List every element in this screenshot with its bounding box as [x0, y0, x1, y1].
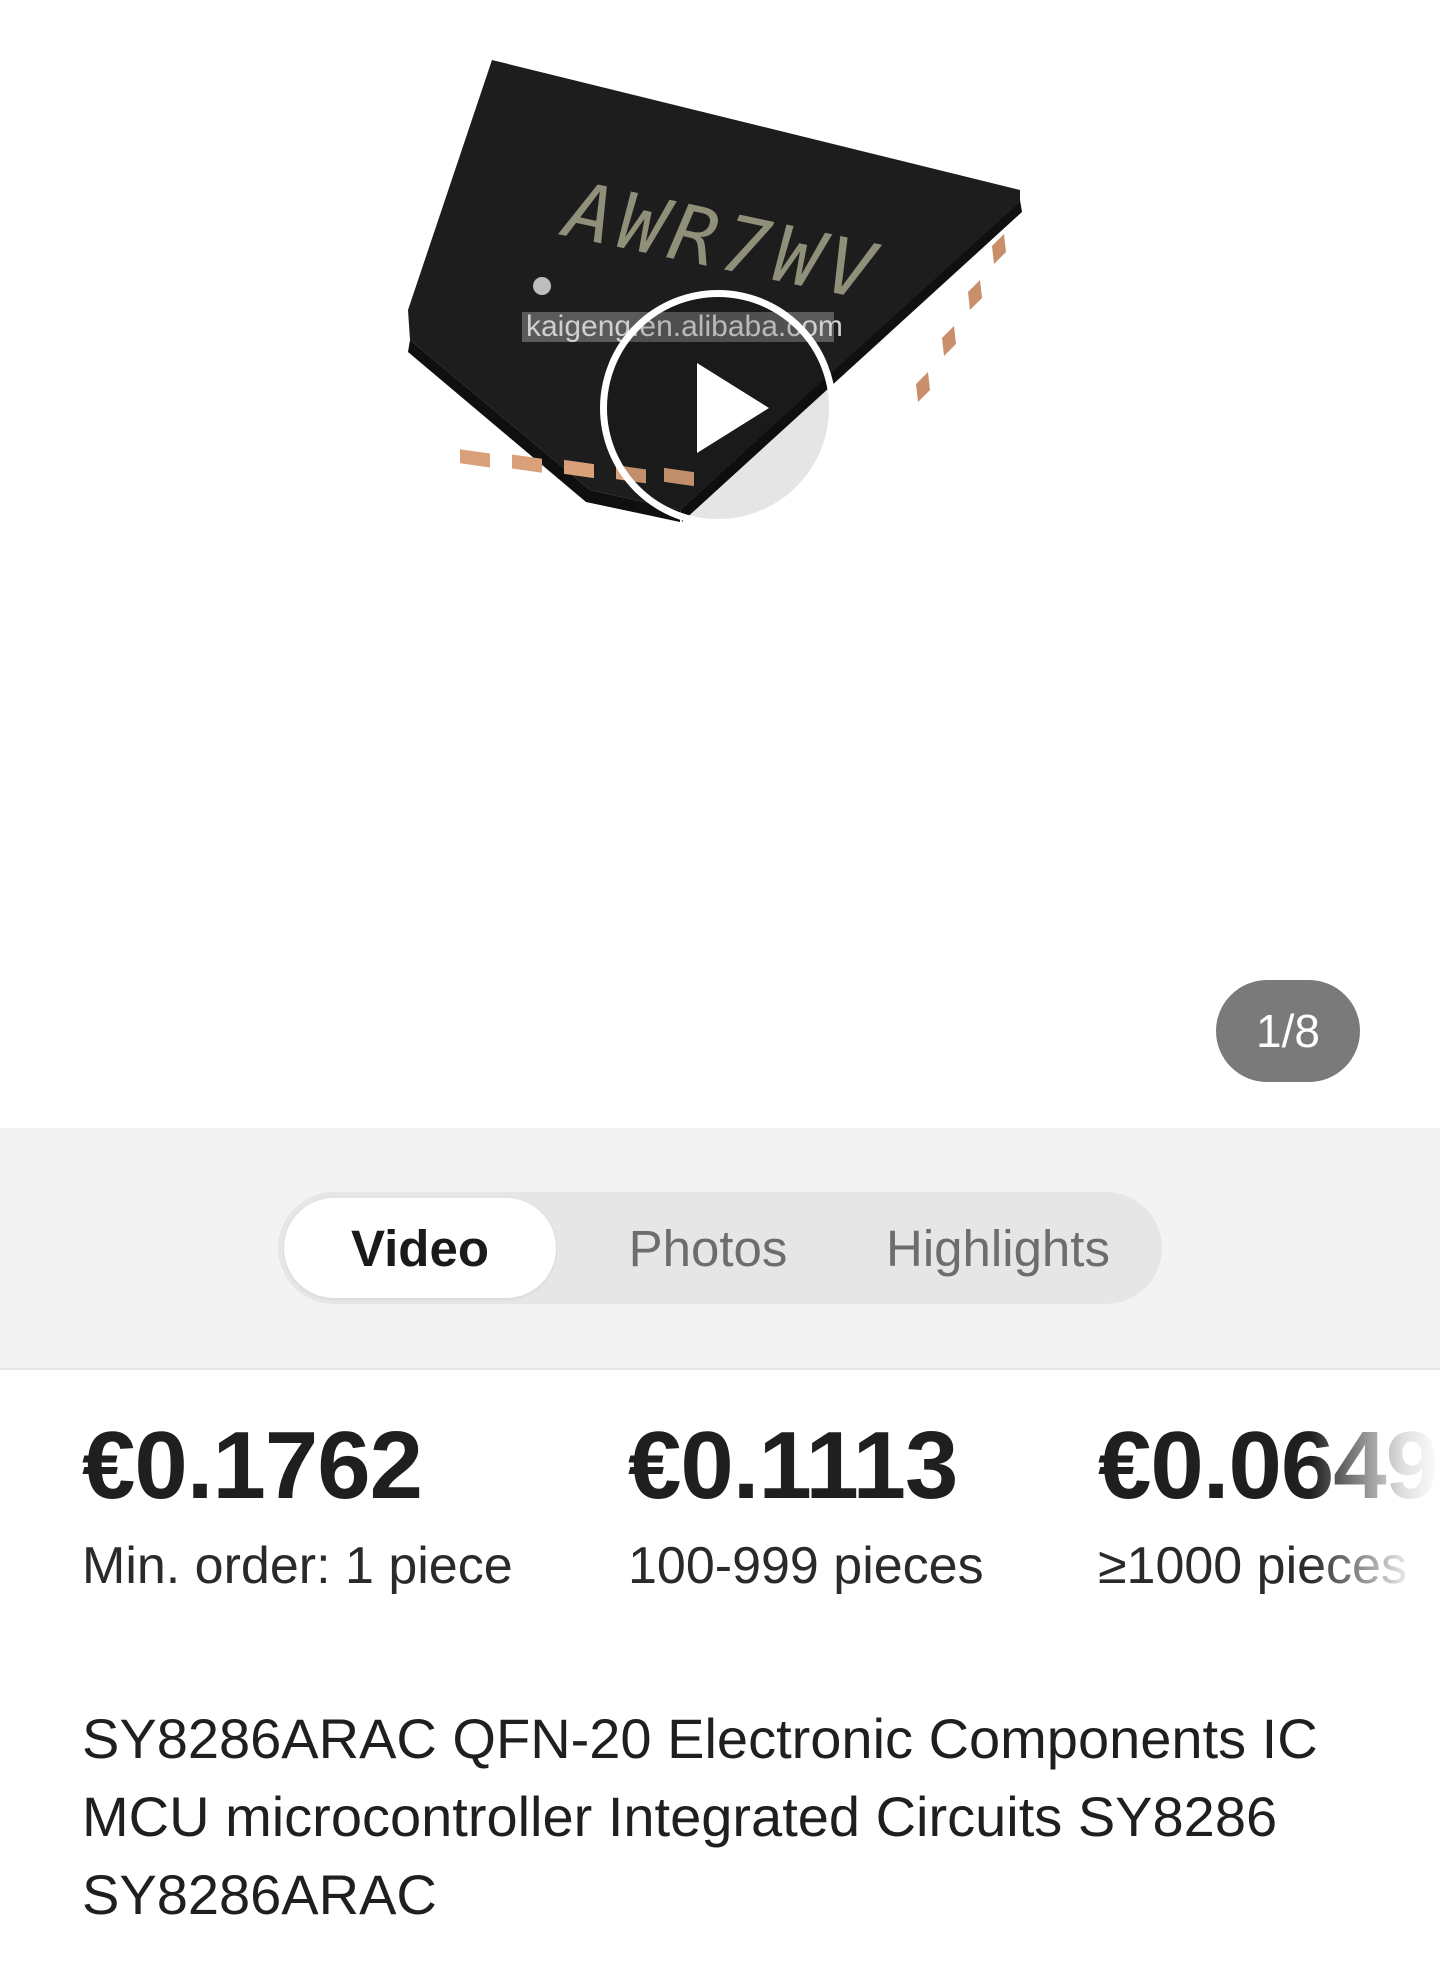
price-amount: €0.1113	[628, 1412, 958, 1519]
price-tiers: €0.1762 Min. order: 1 piece €0.1113 100-…	[0, 1370, 1440, 1600]
media-gallery[interactable]: AWR7WV kaigeng.en.alibaba.com 1/8	[0, 0, 1440, 1128]
play-icon	[697, 363, 769, 453]
tab-photos[interactable]: Photos	[578, 1192, 838, 1304]
scroll-fade-overlay	[1310, 1370, 1440, 1600]
pin1-dot	[533, 277, 551, 295]
media-tab-switch: Video Photos Highlights	[278, 1192, 1162, 1304]
price-tier: €0.1762 Min. order: 1 piece	[82, 1370, 513, 1598]
media-tab-band: Video Photos Highlights	[0, 1128, 1440, 1370]
tab-video[interactable]: Video	[284, 1198, 556, 1298]
price-amount: €0.1762	[82, 1412, 423, 1519]
price-quantity: Min. order: 1 piece	[82, 1537, 513, 1595]
price-tier: €0.1113 100-999 pieces	[628, 1370, 984, 1598]
product-title: SY8286ARAC QFN-20 Electronic Components …	[82, 1707, 1318, 1926]
tab-highlights[interactable]: Highlights	[848, 1192, 1148, 1304]
play-video-button[interactable]	[600, 290, 836, 526]
image-counter-badge: 1/8	[1216, 980, 1360, 1082]
price-quantity: 100-999 pieces	[628, 1537, 984, 1595]
